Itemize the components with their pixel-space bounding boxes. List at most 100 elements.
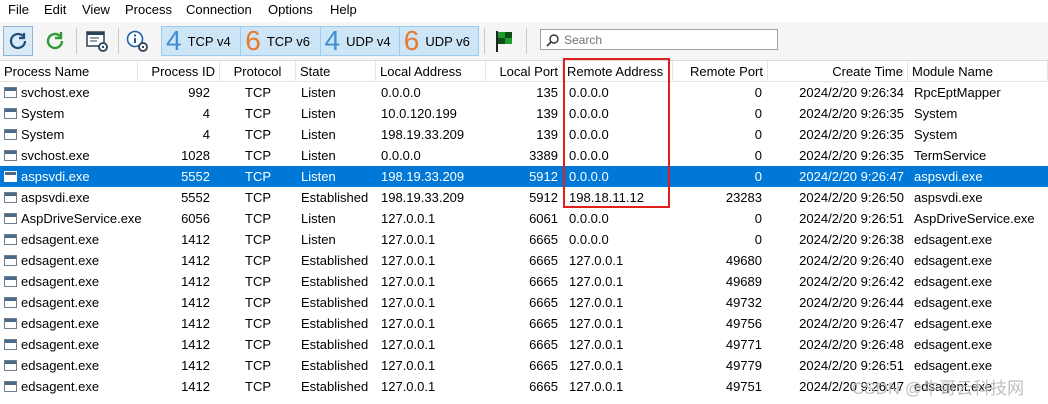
process-name-text: aspsvdi.exe bbox=[21, 190, 90, 205]
table-row[interactable]: System 4 TCP Listen 10.0.120.199 139 0.0.0.0 0 2… bbox=[0, 103, 1048, 124]
remote-address-cell: 0.0.0.0 bbox=[569, 85, 609, 100]
table-row[interactable]: edsagent.exe 1412 TCP Established 127.0.0.1 6… bbox=[0, 250, 1048, 271]
udp-v6-label: UDP v6 bbox=[425, 33, 470, 49]
local-port-cell: 6665 bbox=[529, 358, 558, 373]
state-cell: Listen bbox=[301, 148, 336, 163]
toolbar-separator bbox=[118, 28, 119, 54]
table-row[interactable]: aspsvdi.exe 5552 TCP Listen 198.19.33.209 591… bbox=[0, 166, 1048, 187]
options-button[interactable] bbox=[82, 26, 112, 56]
local-port-cell: 135 bbox=[536, 85, 558, 100]
remote-address-cell: 127.0.0.1 bbox=[569, 358, 624, 373]
table-row[interactable]: aspsvdi.exe 5552 TCP Established 198.19.33.2… bbox=[0, 187, 1048, 208]
process-properties-button[interactable] bbox=[122, 26, 152, 56]
table-row[interactable]: svchost.exe 992 TCP Listen 0.0.0.0 135 0.0.0.0… bbox=[0, 82, 1048, 103]
flag-icon bbox=[496, 31, 512, 52]
process-name-text: edsagent.exe bbox=[21, 274, 100, 289]
process-name-cell: edsagent.exe bbox=[0, 313, 138, 334]
remote-address-cell: 0.0.0.0 bbox=[569, 127, 609, 142]
refresh-toggle-button[interactable] bbox=[3, 26, 33, 56]
state-cell: Established bbox=[301, 190, 369, 205]
column-header-process-id[interactable]: Process ID bbox=[138, 61, 220, 81]
search-input[interactable] bbox=[562, 32, 766, 47]
state-cell: Established bbox=[301, 358, 369, 373]
process-name-cell: svchost.exe bbox=[0, 82, 138, 103]
process-id-cell: 4 bbox=[202, 127, 210, 142]
remote-address-cell: 127.0.0.1 bbox=[569, 295, 624, 310]
refresh-button[interactable] bbox=[40, 26, 70, 56]
udp-v4-toggle[interactable]: 4 UDP v4 bbox=[321, 27, 400, 55]
protocol-cell: TCP bbox=[245, 148, 271, 163]
process-window-icon bbox=[4, 255, 17, 266]
create-time-cell: 2024/2/20 9:26:34 bbox=[799, 85, 904, 100]
menu-options[interactable]: Options bbox=[268, 2, 313, 17]
column-header-protocol[interactable]: Protocol bbox=[220, 61, 296, 81]
column-header-local-address[interactable]: Local Address bbox=[376, 61, 486, 81]
menu-connection[interactable]: Connection bbox=[186, 2, 252, 17]
column-header-create-time[interactable]: Create Time bbox=[768, 61, 908, 81]
process-name-cell: edsagent.exe bbox=[0, 250, 138, 271]
state-cell: Established bbox=[301, 274, 369, 289]
tcp-v6-toggle[interactable]: 6 TCP v6 bbox=[241, 25, 321, 56]
process-id-cell: 992 bbox=[188, 85, 210, 100]
column-header-state[interactable]: State bbox=[296, 61, 376, 81]
remote-address-cell: 0.0.0.0 bbox=[569, 106, 609, 121]
module-name-cell: aspsvdi.exe bbox=[914, 169, 983, 184]
table-row[interactable]: AspDriveService.exe 6056 TCP Listen 127.0.0.… bbox=[0, 208, 1048, 229]
process-window-icon bbox=[4, 318, 17, 329]
menu-edit[interactable]: Edit bbox=[44, 2, 66, 17]
column-header-process-name[interactable]: Process Name bbox=[0, 61, 138, 81]
column-header-module-name[interactable]: Module Name bbox=[908, 61, 1048, 81]
create-time-cell: 2024/2/20 9:26:47 bbox=[799, 169, 904, 184]
tcp-v6-number: 6 bbox=[245, 25, 261, 56]
menu-help[interactable]: Help bbox=[330, 2, 357, 17]
module-name-cell: edsagent.exe bbox=[914, 295, 993, 310]
column-header-remote-address[interactable]: Remote Address bbox=[563, 61, 673, 81]
protocol-cell: TCP bbox=[245, 253, 271, 268]
state-cell: Established bbox=[301, 337, 369, 352]
table-row[interactable]: edsagent.exe 1412 TCP Established 127.0.0.1 6… bbox=[0, 313, 1048, 334]
menu-process[interactable]: Process bbox=[125, 2, 172, 17]
tcp-v6-label: TCP v6 bbox=[266, 33, 310, 49]
table-row[interactable]: edsagent.exe 1412 TCP Established 127.0.0.1 6… bbox=[0, 355, 1048, 376]
menu-bar: File Edit View Process Connection Option… bbox=[0, 0, 1048, 20]
table-row[interactable]: svchost.exe 1028 TCP Listen 0.0.0.0 3389 0.0.0… bbox=[0, 145, 1048, 166]
process-name-text: edsagent.exe bbox=[21, 337, 100, 352]
create-time-cell: 2024/2/20 9:26:47 bbox=[799, 316, 904, 331]
process-name-cell: edsagent.exe bbox=[0, 355, 138, 376]
tcp-v4-toggle[interactable]: 4 TCP v4 bbox=[162, 27, 242, 55]
process-id-cell: 1412 bbox=[181, 337, 210, 352]
module-name-cell: System bbox=[914, 106, 958, 121]
local-port-cell: 6665 bbox=[529, 316, 558, 331]
table-row[interactable]: edsagent.exe 1412 TCP Established 127.0.0.1 6… bbox=[0, 334, 1048, 355]
table-row[interactable]: edsagent.exe 1412 TCP Established 127.0.0.1 6… bbox=[0, 271, 1048, 292]
auto-refresh-icon bbox=[9, 32, 27, 50]
create-time-cell: 2024/2/20 9:26:35 bbox=[799, 148, 904, 163]
remote-address-cell: 127.0.0.1 bbox=[569, 274, 624, 289]
local-address-cell: 127.0.0.1 bbox=[381, 253, 436, 268]
column-header-remote-port[interactable]: Remote Port bbox=[673, 61, 768, 81]
local-address-cell: 127.0.0.1 bbox=[381, 358, 436, 373]
table-row[interactable]: System 4 TCP Listen 198.19.33.209 139 0.0.0.0 0… bbox=[0, 124, 1048, 145]
module-name-cell: edsagent.exe bbox=[914, 358, 993, 373]
column-header-local-port[interactable]: Local Port bbox=[486, 61, 563, 81]
local-address-cell: 10.0.120.199 bbox=[381, 106, 457, 121]
table-row[interactable]: edsagent.exe 1412 TCP Listen 127.0.0.1 6665 0.… bbox=[0, 229, 1048, 250]
remote-address-cell: 0.0.0.0 bbox=[569, 148, 609, 163]
menu-file[interactable]: File bbox=[8, 2, 29, 17]
local-address-cell: 0.0.0.0 bbox=[381, 148, 421, 163]
flag-button[interactable] bbox=[490, 26, 518, 56]
create-time-cell: 2024/2/20 9:26:35 bbox=[799, 106, 904, 121]
state-cell: Listen bbox=[301, 127, 336, 142]
remote-port-cell: 0 bbox=[754, 211, 762, 226]
table-row[interactable]: edsagent.exe 1412 TCP Established 127.0.0.1 6… bbox=[0, 292, 1048, 313]
menu-view[interactable]: View bbox=[82, 2, 110, 17]
process-window-icon bbox=[4, 234, 17, 245]
create-time-cell: 2024/2/20 9:26:51 bbox=[799, 358, 904, 373]
module-name-cell: System bbox=[914, 127, 958, 142]
process-name-cell: System bbox=[0, 103, 138, 124]
table-body: svchost.exe 992 TCP Listen 0.0.0.0 135 0.0.0.0… bbox=[0, 82, 1048, 397]
process-window-icon bbox=[4, 381, 17, 392]
udp-v6-toggle[interactable]: 6 UDP v6 bbox=[400, 27, 478, 55]
process-name-text: edsagent.exe bbox=[21, 295, 100, 310]
tcp-v4-label: TCP v4 bbox=[187, 33, 231, 49]
